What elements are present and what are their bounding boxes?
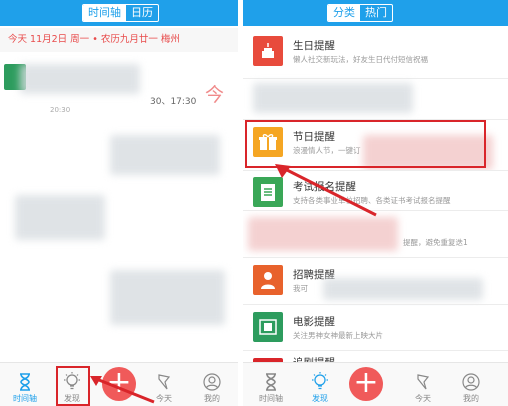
category-title: 生日提醒 [293,40,335,52]
tab-timeline[interactable]: 时间轴 [83,5,126,21]
user-icon [190,370,234,394]
left-screen: 时间轴 日历 今天 11月2日 周一 • 农历九月廿一 梅州 30、17:30 … [0,0,238,406]
blurred-category [253,83,413,113]
today-marker: 今 [205,84,225,106]
hourglass-icon [249,370,293,394]
pin-icon [401,370,445,394]
nav-timeline-label: 时间轴 [259,394,283,403]
nav-timeline[interactable]: 时间轴 [3,370,47,404]
category-desc: 懒人社交新玩法，好友生日代付短信祝福 [293,55,428,64]
arrow-to-discover [90,376,155,404]
user-icon [449,370,493,394]
tab-category[interactable]: 分类 [328,5,360,21]
lightbulb-icon [298,370,342,394]
film-icon [253,312,283,342]
tab-popular[interactable]: 热门 [360,5,392,21]
right-header: 分类 热门 [243,0,508,26]
divider [243,350,508,351]
person-icon [253,265,283,295]
left-tab-switch: 时间轴 日历 [82,4,159,22]
cake-icon [253,36,283,66]
discover-highlight-box [56,366,90,406]
blurred-category [248,217,398,251]
nav-mine-label: 我的 [463,394,479,403]
right-screen: 分类 热门 生日提醒 懒人社交新玩法，好友生日代付短信祝福 节日提醒 浪漫情人节… [243,0,508,406]
divider [243,304,508,305]
divider [243,257,508,258]
blurred-content-3 [110,270,225,325]
nav-mine-label: 我的 [204,394,220,403]
nav-today[interactable]: 今天 [401,370,445,404]
date-bar: 今天 11月2日 周一 • 农历九月廿一 梅州 [0,28,238,52]
arrow-to-holiday [275,164,377,217]
tab-calendar[interactable]: 日历 [126,5,158,21]
add-button[interactable]: + [349,367,383,401]
category-blurred[interactable] [243,79,508,119]
blurred-content-1 [110,135,220,175]
nav-timeline[interactable]: 时间轴 [249,370,293,404]
blurred-recruit-text [323,278,483,300]
nav-timeline-label: 时间轴 [13,394,37,403]
category-desc: 我可 [293,284,308,293]
category-movie[interactable]: 电影提醒 关注男神女神最新上映大片 [243,306,508,354]
category-title: 电影提醒 [293,316,335,328]
category-birthday[interactable]: 生日提醒 懒人社交新玩法，好友生日代付短信祝福 [243,30,508,78]
nav-today-label: 今天 [415,394,431,403]
category-desc: 提醒，避免重复迭1 [403,238,468,247]
event-time: 30、17:30 [150,97,197,107]
nav-mine[interactable]: 我的 [449,370,493,404]
timeline-event[interactable]: 30、17:30 今 20:30 [0,56,238,126]
left-header: 时间轴 日历 [0,0,238,26]
hourglass-icon [3,370,47,394]
category-desc: 关注男神女神最新上映大片 [293,331,383,340]
event-small-time: 20:30 [50,106,71,114]
nav-mine[interactable]: 我的 [190,370,234,404]
blurred-content-2 [15,195,105,240]
blurred-event-text [20,64,140,94]
nav-discover[interactable]: 发现 [298,370,342,404]
nav-discover-label: 发现 [312,394,328,403]
right-bottom-nav: 时间轴 发现 + 今天 我的 [243,362,508,406]
right-tab-switch: 分类 热门 [327,4,393,22]
